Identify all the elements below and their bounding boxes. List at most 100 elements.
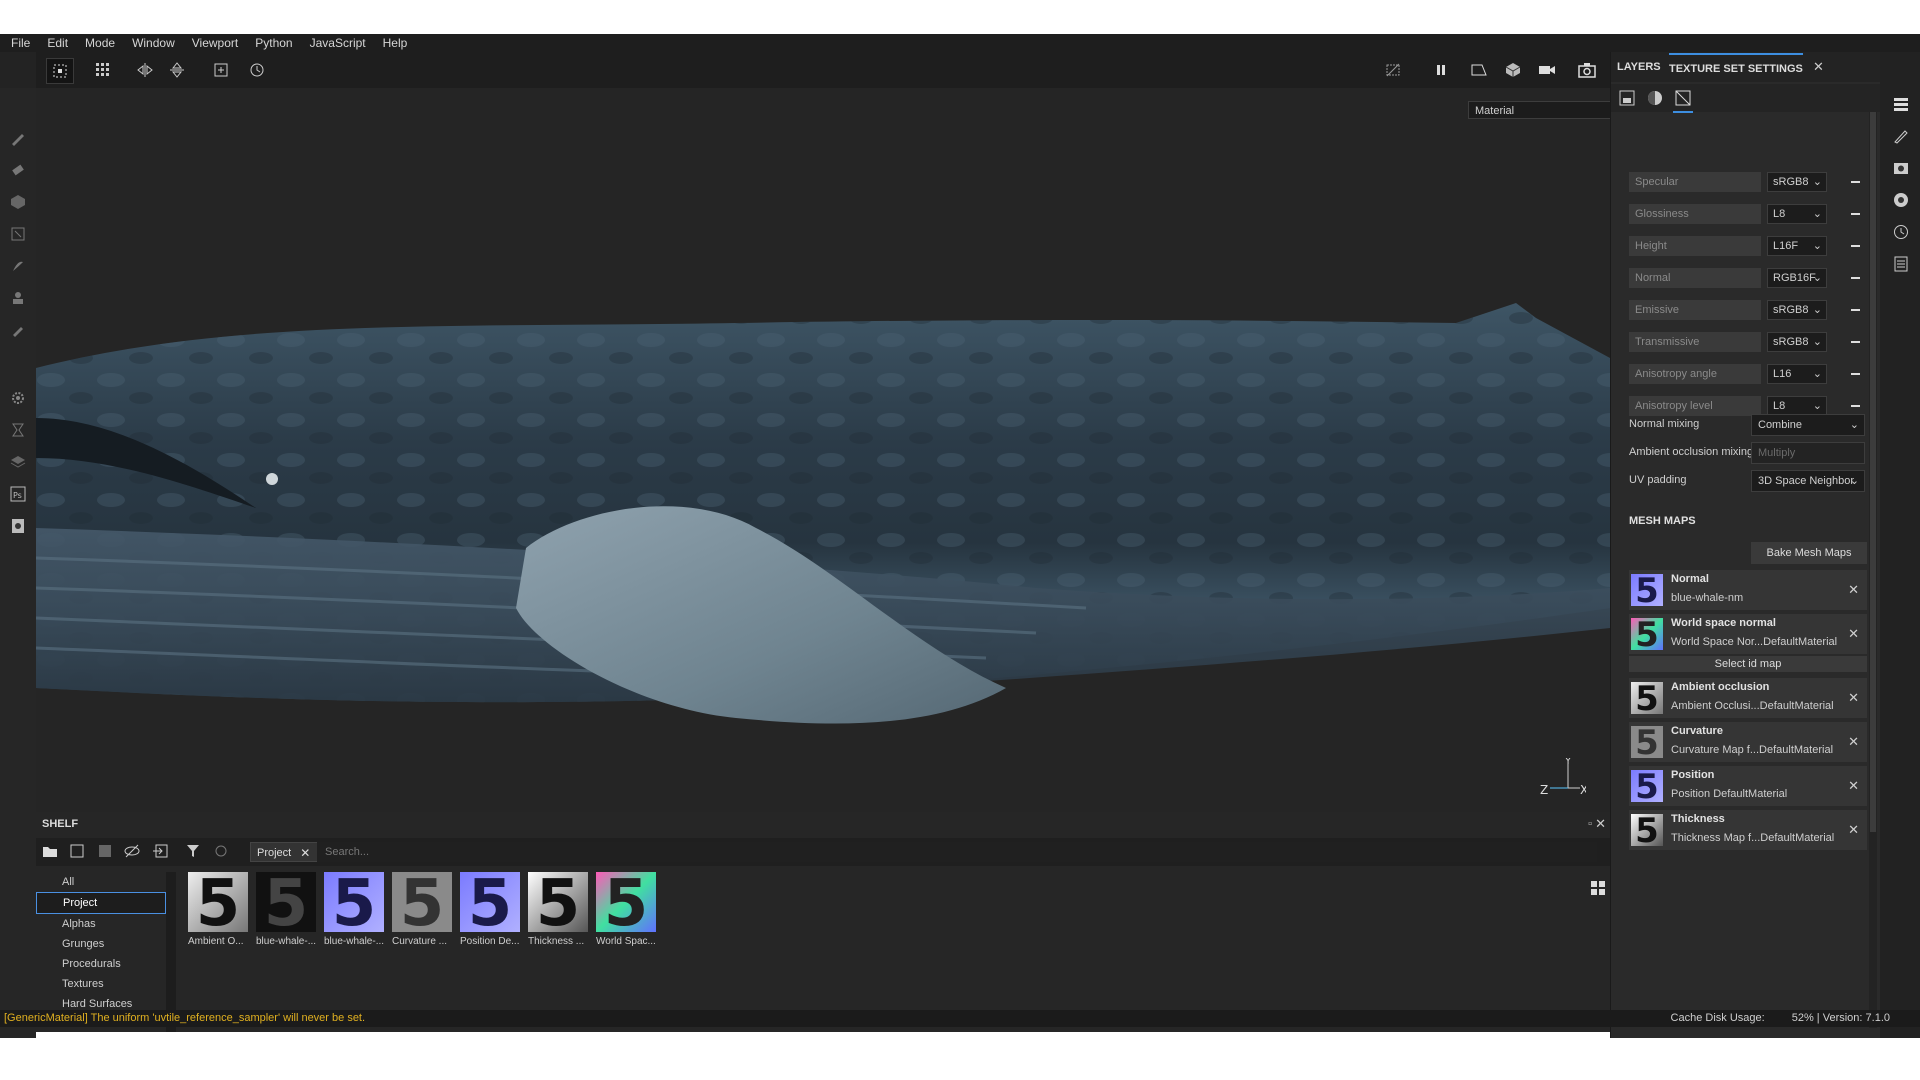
shelf-item[interactable]: 5 World Spac... xyxy=(596,872,658,947)
menu-javascript[interactable]: JavaScript xyxy=(310,36,366,50)
remove-mesh-map-icon[interactable]: ✕ xyxy=(1848,582,1859,598)
settings-gear-icon[interactable] xyxy=(8,388,28,408)
uv-settings-icon[interactable] xyxy=(1673,88,1693,113)
import-icon[interactable] xyxy=(152,844,168,861)
channel-format-select[interactable]: L16 ⌄ xyxy=(1767,364,1827,384)
viewport-mode-icon[interactable] xyxy=(1466,58,1492,82)
layers-stack-icon[interactable] xyxy=(8,452,28,472)
menu-window[interactable]: Window xyxy=(132,36,175,50)
layers-panel-icon[interactable] xyxy=(1893,96,1909,112)
paint-brush-icon[interactable] xyxy=(8,128,28,148)
shader-sphere-icon[interactable] xyxy=(1647,90,1663,109)
brush-settings-icon[interactable] xyxy=(1893,128,1909,144)
history-icon[interactable] xyxy=(1893,224,1909,240)
shelf-item[interactable]: 5 Curvature ... xyxy=(392,872,454,947)
close-tab-icon[interactable]: ✕ xyxy=(1813,59,1824,75)
grid-view-icon[interactable] xyxy=(1590,880,1606,899)
menu-file[interactable]: File xyxy=(11,36,30,50)
remove-channel-icon[interactable] xyxy=(1851,373,1860,375)
channel-format-select[interactable]: L16F ⌄ xyxy=(1767,236,1827,256)
frame-add-icon[interactable] xyxy=(208,58,234,82)
menu-help[interactable]: Help xyxy=(383,36,408,50)
projection-icon[interactable] xyxy=(8,192,28,212)
smudge-icon[interactable] xyxy=(8,256,28,276)
symmetry-x-icon[interactable] xyxy=(132,58,158,82)
shelf-filter-chip[interactable]: Project ✕ xyxy=(250,842,319,863)
remove-channel-icon[interactable] xyxy=(1851,181,1860,183)
shader-settings-icon[interactable] xyxy=(1893,192,1909,208)
tab-layers[interactable]: LAYERS xyxy=(1617,61,1661,73)
shelf-search-input[interactable]: Search... xyxy=(317,842,1597,862)
uv-padding-select[interactable]: 3D Space Neighbor ⌄ xyxy=(1751,470,1865,492)
hide-icon[interactable] xyxy=(1380,58,1406,82)
viewport-display-select[interactable]: Material ⌄ xyxy=(1468,101,1610,119)
refresh-icon[interactable] xyxy=(214,844,228,861)
3d-viewport[interactable]: Material ⌄ Y X Z xyxy=(36,88,1610,826)
category-all[interactable]: All xyxy=(36,872,166,892)
reset-view-icon[interactable] xyxy=(244,58,270,82)
mesh-map-item[interactable]: 5 Thickness Thickness Map f...DefaultMater… xyxy=(1629,810,1867,850)
remove-channel-icon[interactable] xyxy=(1851,245,1860,247)
grid-select-icon[interactable] xyxy=(46,58,74,84)
clone-stamp-icon[interactable] xyxy=(8,288,28,308)
shelf-item[interactable]: 5 Thickness ... xyxy=(528,872,590,947)
shelf-item[interactable]: 5 blue-whale-... xyxy=(256,872,318,947)
remove-mesh-map-icon[interactable]: ✕ xyxy=(1848,822,1859,838)
cube-icon[interactable] xyxy=(1500,58,1526,82)
remove-channel-icon[interactable] xyxy=(1851,277,1860,279)
menu-edit[interactable]: Edit xyxy=(47,36,68,50)
tile-grid-icon[interactable] xyxy=(90,58,116,82)
category-scrollbar[interactable] xyxy=(166,872,176,1032)
tab-texture-set-settings[interactable]: TEXTURE SET SETTINGS xyxy=(1669,53,1803,75)
chip-close-icon[interactable]: ✕ xyxy=(300,843,310,863)
mesh-map-item[interactable]: 5 Normal blue-whale-nm ✕ xyxy=(1629,570,1867,610)
category-alphas[interactable]: Alphas xyxy=(36,914,166,934)
remove-channel-icon[interactable] xyxy=(1851,341,1860,343)
select-id-map-button[interactable]: Select id map xyxy=(1629,656,1867,672)
category-grunges[interactable]: Grunges xyxy=(36,934,166,954)
mesh-map-item[interactable]: 5 Ambient occlusion Ambient Occlusi...Defa… xyxy=(1629,678,1867,718)
normal-mixing-select[interactable]: Combine ⌄ xyxy=(1751,414,1865,436)
shelf-float-icon[interactable]: ▫ xyxy=(1588,818,1592,830)
camera-video-icon[interactable] xyxy=(1534,58,1560,82)
menu-python[interactable]: Python xyxy=(255,36,292,50)
panel-scrollbar[interactable] xyxy=(1869,112,1877,1028)
photoshop-icon[interactable]: Ps xyxy=(8,484,28,504)
channel-format-select[interactable]: L8 ⌄ xyxy=(1767,204,1827,224)
color-picker-icon[interactable] xyxy=(8,320,28,340)
panel-scrollbar-thumb[interactable] xyxy=(1870,112,1876,832)
bake-icon[interactable] xyxy=(8,420,28,440)
new-item-icon[interactable] xyxy=(70,844,84,861)
hide-eye-icon[interactable] xyxy=(124,844,140,861)
symmetry-y-icon[interactable] xyxy=(164,58,190,82)
remove-channel-icon[interactable] xyxy=(1851,309,1860,311)
channel-format-select[interactable]: sRGB8 ⌄ xyxy=(1767,332,1827,352)
texture-set-icon[interactable] xyxy=(1619,90,1635,109)
pause-icon[interactable] xyxy=(1428,58,1454,82)
category-textures[interactable]: Textures xyxy=(36,974,166,994)
channel-format-select[interactable]: sRGB8 ⌄ xyxy=(1767,172,1827,192)
remove-mesh-map-icon[interactable]: ✕ xyxy=(1848,778,1859,794)
remove-mesh-map-icon[interactable]: ✕ xyxy=(1848,626,1859,642)
remove-mesh-map-icon[interactable]: ✕ xyxy=(1848,734,1859,750)
category-project[interactable]: Project xyxy=(36,892,166,914)
channel-format-select[interactable]: L8 ⌄ xyxy=(1767,396,1827,416)
log-icon[interactable] xyxy=(1893,256,1909,272)
shelf-item[interactable]: 5 Ambient O... xyxy=(188,872,250,947)
remove-channel-icon[interactable] xyxy=(1851,405,1860,407)
mesh-map-item[interactable]: 5 Curvature Curvature Map f...DefaultMater… xyxy=(1629,722,1867,762)
polygon-fill-icon[interactable] xyxy=(8,224,28,244)
mesh-map-item[interactable]: 5 Position Position DefaultMaterial ✕ xyxy=(1629,766,1867,806)
save-icon[interactable] xyxy=(98,844,112,861)
shelf-item[interactable]: 5 blue-whale-... xyxy=(324,872,386,947)
mesh-map-item[interactable]: 5 World space normal World Space Nor...Def… xyxy=(1629,614,1867,654)
export-icon[interactable] xyxy=(8,516,28,536)
screenshot-camera-icon[interactable] xyxy=(1574,58,1600,82)
folder-icon[interactable] xyxy=(42,844,58,861)
filter-icon[interactable] xyxy=(186,844,200,861)
eraser-icon[interactable] xyxy=(8,160,28,180)
category-procedurals[interactable]: Procedurals xyxy=(36,954,166,974)
bake-mesh-maps-button[interactable]: Bake Mesh Maps xyxy=(1751,542,1867,564)
menu-mode[interactable]: Mode xyxy=(85,36,115,50)
remove-mesh-map-icon[interactable]: ✕ xyxy=(1848,690,1859,706)
